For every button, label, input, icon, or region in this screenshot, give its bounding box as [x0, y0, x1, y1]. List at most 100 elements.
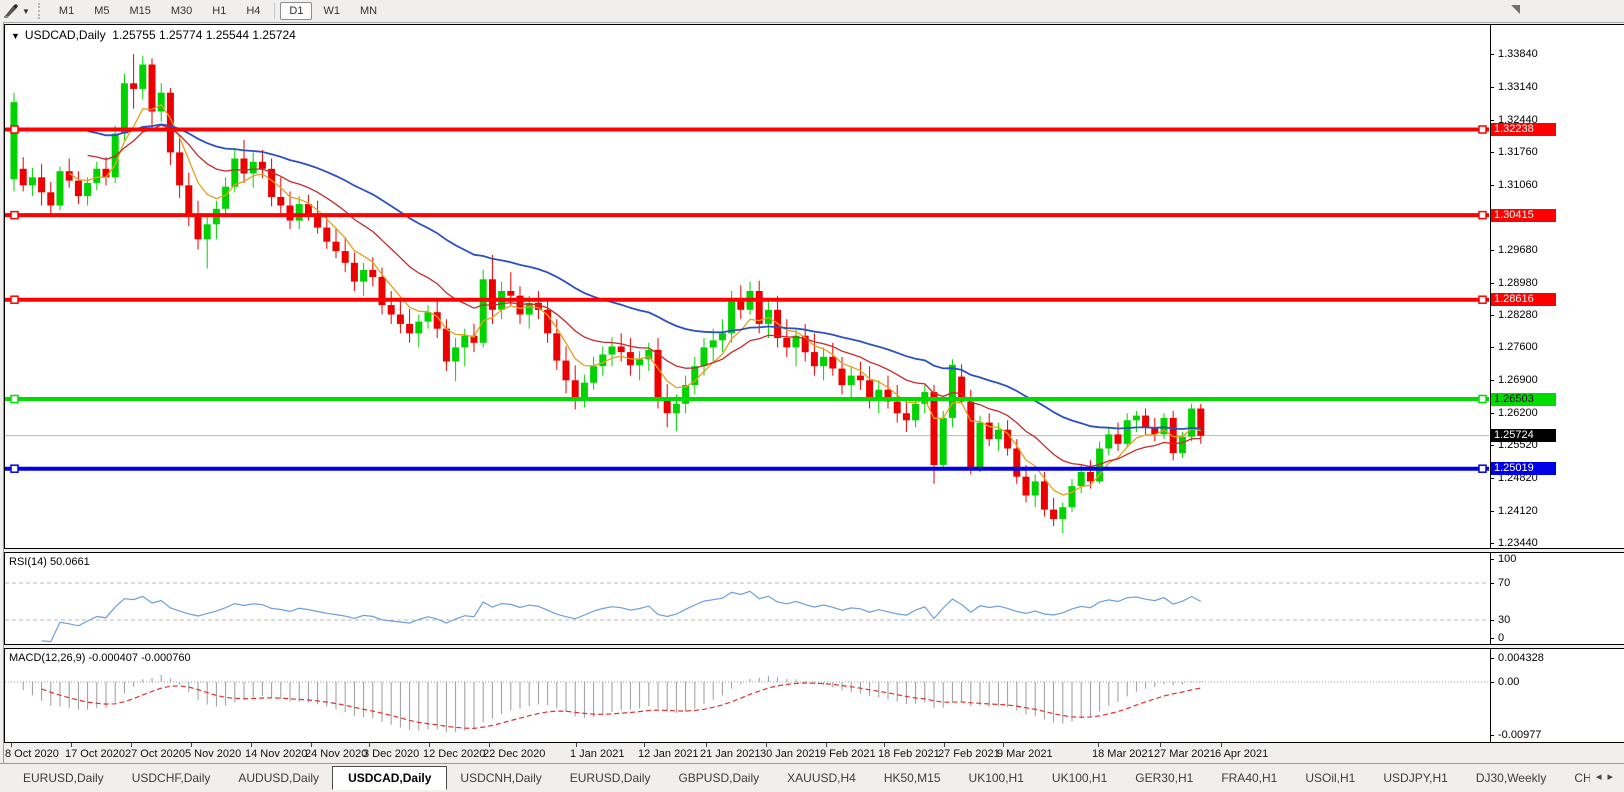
tool-dropdown-caret-icon[interactable]: ▼	[22, 7, 30, 16]
date-label: 27 Feb 2021	[938, 748, 1000, 760]
rsi-tick-label: 30	[1498, 614, 1511, 626]
level-price-label: 1.28616	[1491, 293, 1556, 306]
price-tick-label: 1.33140	[1498, 81, 1538, 93]
date-label: 12 Dec 2020	[423, 748, 486, 760]
price-tick-label: 1.33840	[1498, 48, 1538, 60]
price-tick	[1490, 347, 1494, 348]
timeframe-button-m1[interactable]: M1	[50, 2, 83, 20]
rsi-tick	[1490, 620, 1494, 621]
symbol-tab-audusd[interactable]: AUDUSD,Daily	[225, 768, 332, 788]
rsi-tick	[1490, 583, 1494, 584]
date-label: 18 Feb 2021	[878, 748, 940, 760]
date-label: 6 Apr 2021	[1215, 748, 1269, 760]
current-price-label: 1.25724	[1491, 429, 1556, 442]
price-tick-label: 1.28980	[1498, 277, 1538, 289]
price-tick	[1490, 283, 1494, 284]
date-label: 3 Dec 2020	[363, 748, 420, 760]
symbol-tab-fra40[interactable]: FRA40,H1	[1208, 768, 1290, 788]
date-label: 9 Feb 2021	[820, 748, 876, 760]
macd-indicator-pane[interactable]	[5, 649, 1490, 742]
date-label: 14 Nov 2020	[245, 748, 308, 760]
symbol-tab-usdchf[interactable]: USDCHF,Daily	[119, 768, 224, 788]
symbol-tab-dj30[interactable]: DJ30,Weekly	[1463, 768, 1559, 788]
timeframe-button-h1[interactable]: H1	[203, 2, 235, 20]
price-tick	[1490, 315, 1494, 316]
price-tick-label: 1.28280	[1498, 309, 1538, 321]
price-tick	[1490, 185, 1494, 186]
date-tick	[1003, 743, 1004, 747]
date-tick	[706, 743, 707, 747]
timeframe-button-mn[interactable]: MN	[351, 2, 386, 20]
price-tick	[1490, 87, 1494, 88]
toolbar-separator	[274, 3, 276, 19]
tab-scroll-right-icon[interactable]: ▸	[1607, 771, 1619, 783]
symbol-tab-uk100[interactable]: UK100,H1	[956, 768, 1037, 788]
tab-scroll-left-icon[interactable]: ◂	[1596, 771, 1608, 783]
crosshair-tool-icon[interactable]	[3, 3, 21, 19]
date-tick	[1221, 743, 1222, 747]
price-tick-label: 1.23440	[1498, 537, 1538, 549]
macd-tick	[1490, 682, 1494, 683]
macd-tick-label: 0.004328	[1498, 652, 1544, 664]
price-tick-label: 1.31060	[1498, 179, 1538, 191]
date-tick	[766, 743, 767, 747]
date-tick	[826, 743, 827, 747]
toolbar-grip-handle[interactable]	[37, 3, 43, 19]
symbol-tab-china300[interactable]: CHINA300,H1	[1561, 768, 1590, 788]
level-price-label: 1.32238	[1491, 123, 1556, 136]
price-tick	[1490, 478, 1494, 479]
level-price-label: 1.30415	[1491, 209, 1556, 222]
symbol-tab-ger30[interactable]: GER30,H1	[1122, 768, 1206, 788]
date-label: 21 Jan 2021	[700, 748, 761, 760]
price-tick	[1490, 54, 1494, 55]
symbol-tab-usoil[interactable]: USOil,H1	[1292, 768, 1368, 788]
price-tick	[1490, 511, 1494, 512]
date-label: 9 Mar 2021	[997, 748, 1053, 760]
price-tick-label: 1.26200	[1498, 407, 1538, 419]
date-tick	[884, 743, 885, 747]
date-label: 24 Nov 2020	[305, 748, 368, 760]
date-label: 1 Jan 2021	[570, 748, 625, 760]
timeframe-toolbar: ▼ M1 M5 M15 M30 H1 H4 D1 W1 MN	[0, 0, 1624, 23]
price-tick	[1490, 543, 1494, 544]
date-label: 27 Oct 2020	[125, 748, 185, 760]
macd-tick-label: 0.00	[1498, 676, 1520, 688]
symbol-tab-usdcad[interactable]: USDCAD,Daily	[332, 766, 448, 790]
symbol-tab-hk50[interactable]: HK50,M15	[871, 768, 954, 788]
timeframe-button-m15[interactable]: M15	[120, 2, 159, 20]
price-tick	[1490, 380, 1494, 381]
price-tick-label: 1.27600	[1498, 341, 1538, 353]
price-tick	[1490, 120, 1494, 121]
date-label: 17 Oct 2020	[65, 748, 125, 760]
rsi-tick	[1490, 638, 1494, 639]
symbol-tab-uk100[interactable]: UK100,H1	[1039, 768, 1120, 788]
symbol-tab-eurusd[interactable]: EURUSD,Daily	[10, 768, 117, 788]
level-price-label: 1.26503	[1491, 393, 1556, 406]
date-tick	[131, 743, 132, 747]
main-price-chart[interactable]	[5, 24, 1490, 548]
symbol-tab-gbpusd[interactable]: GBPUSD,Daily	[665, 768, 772, 788]
date-label: 8 Oct 2020	[5, 748, 59, 760]
timeframe-button-m5[interactable]: M5	[85, 2, 118, 20]
rsi-indicator-pane[interactable]	[5, 553, 1490, 644]
date-tick	[576, 743, 577, 747]
date-tick	[644, 743, 645, 747]
timeframe-button-m30[interactable]: M30	[162, 2, 201, 20]
timeframe-buttons: M1 M5 M15 M30 H1 H4 D1 W1 MN	[49, 2, 387, 20]
symbol-tab-eurusd[interactable]: EURUSD,Daily	[557, 768, 664, 788]
timeframe-button-h4[interactable]: H4	[237, 2, 269, 20]
symbol-tab-xauusd[interactable]: XAUUSD,H4	[774, 768, 869, 788]
date-tick	[1160, 743, 1161, 747]
timeframe-button-w1[interactable]: W1	[314, 2, 349, 20]
price-tick-label: 1.29680	[1498, 244, 1538, 256]
toolbar-corner-arrow-icon[interactable]	[1511, 5, 1520, 14]
symbol-tab-usdcnh[interactable]: USDCNH,Daily	[447, 768, 554, 788]
date-tick	[944, 743, 945, 747]
rsi-tick-label: 0	[1498, 632, 1505, 644]
date-label: 27 Mar 2021	[1154, 748, 1216, 760]
date-tick	[429, 743, 430, 747]
timeframe-button-d1[interactable]: D1	[280, 2, 313, 20]
symbol-tab-usdjpy[interactable]: USDJPY,H1	[1370, 768, 1460, 788]
date-label: 12 Jan 2021	[638, 748, 699, 760]
date-label: 30 Jan 2021	[760, 748, 821, 760]
